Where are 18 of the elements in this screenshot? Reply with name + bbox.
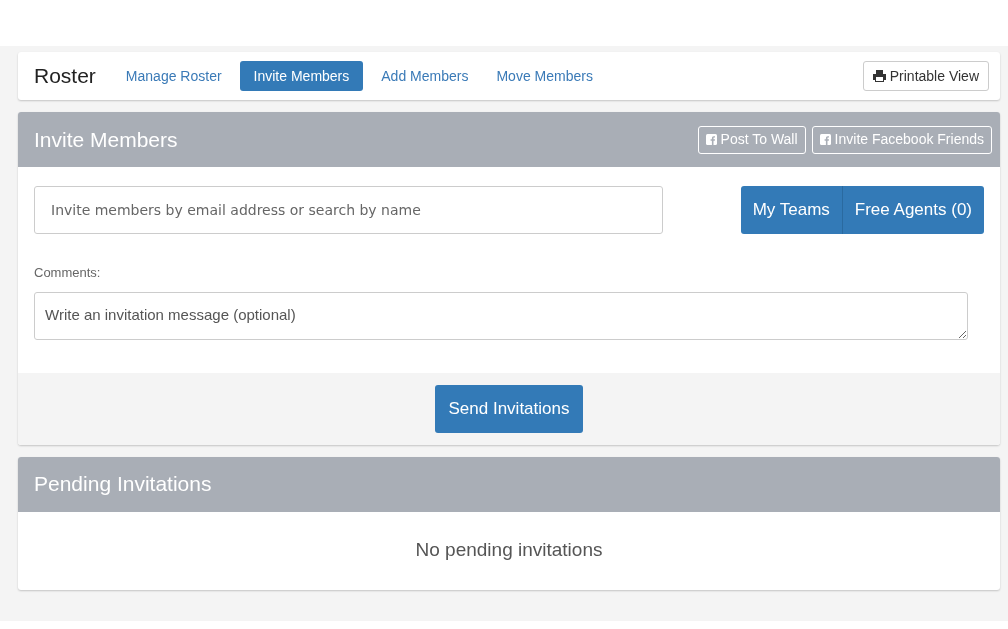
empty-message: No pending invitations bbox=[415, 538, 603, 563]
facebook-icon bbox=[819, 134, 831, 145]
group-button[interactable]: Free Agents (0) bbox=[841, 186, 984, 234]
nav-tab[interactable]: Move Members bbox=[486, 61, 603, 91]
nav-tab[interactable]: Add Members bbox=[371, 61, 479, 91]
page-title: Roster bbox=[34, 63, 96, 90]
facebook-icon bbox=[705, 134, 717, 145]
search-field[interactable]: Invite members by email address or search by name bbox=[34, 186, 663, 234]
printable-view-button[interactable]: Printable View bbox=[862, 61, 989, 91]
card-title: Pending Invitations bbox=[34, 471, 212, 498]
card-title: Invite Members bbox=[34, 126, 178, 153]
send-invitations-button[interactable]: Send Invitations bbox=[434, 384, 584, 433]
comments-field[interactable]: Write an invitation message (optional) bbox=[34, 291, 968, 340]
nav-tab[interactable]: Manage Roster bbox=[115, 61, 232, 91]
comments-label: Comments: bbox=[34, 264, 102, 282]
group-button[interactable]: My Teams bbox=[740, 186, 842, 234]
printer-icon bbox=[872, 70, 886, 82]
nav-tab[interactable]: Invite Members bbox=[239, 61, 364, 91]
